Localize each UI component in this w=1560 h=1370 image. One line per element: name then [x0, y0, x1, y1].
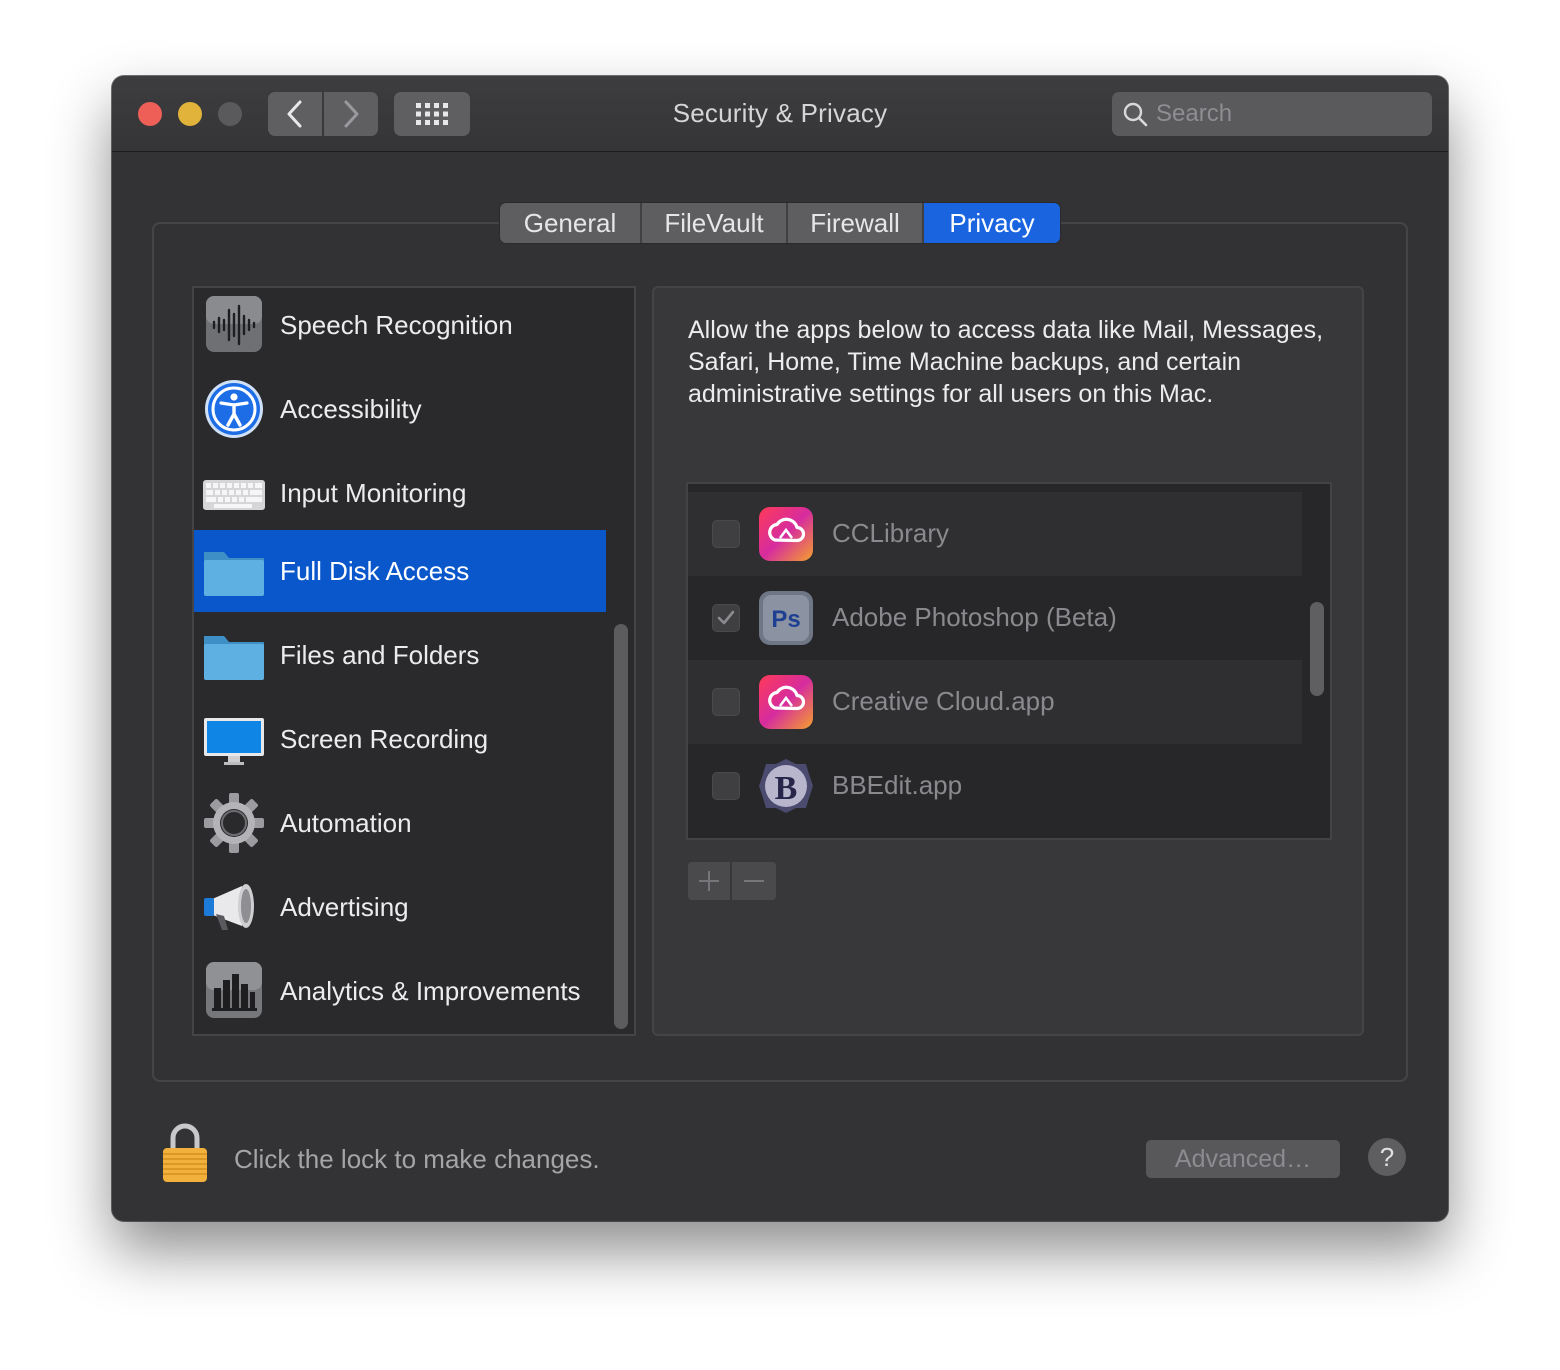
preferences-window: Security & Privacy Search General FileVa… [112, 76, 1448, 1221]
sidebar-item-speech-recognition[interactable]: Speech Recognition [194, 288, 606, 366]
lock-status-text: Click the lock to make changes. [234, 1144, 600, 1174]
app-checkbox[interactable] [712, 688, 740, 716]
app-checkbox[interactable] [712, 772, 740, 800]
sidebar-item-label: Files and Folders [280, 639, 480, 670]
app-name: CCLibrary [832, 518, 950, 548]
sidebar-item-label: Analytics & Improvements [280, 975, 581, 1006]
sidebar-item-label: Screen Recording [280, 723, 489, 754]
sidebar-item-advertising[interactable]: Advertising [194, 866, 606, 948]
app-checkbox[interactable] [712, 604, 740, 632]
photoshop-icon: Ps [759, 591, 813, 645]
lock-icon[interactable] [160, 1122, 210, 1184]
search-field[interactable]: Search [1112, 92, 1432, 136]
waveform-icon [206, 296, 262, 352]
privacy-category-list[interactable]: Speech Recognition Accessibility Input M… [192, 286, 636, 1036]
sidebar-scrollbar[interactable] [614, 624, 628, 1029]
folder-icon [204, 636, 264, 680]
app-list-scrollbar[interactable] [1310, 602, 1324, 696]
tab-bar: General FileVault Firewall Privacy [500, 203, 1060, 243]
sidebar-item-accessibility[interactable]: Accessibility [194, 368, 606, 450]
folder-icon [204, 552, 264, 596]
advanced-button[interactable]: Advanced… [1146, 1140, 1340, 1178]
full-disk-access-panel: Allow the apps below to access data like… [652, 286, 1364, 1036]
plus-icon [699, 871, 719, 891]
tab-general[interactable]: General [500, 203, 642, 243]
list-item[interactable]: Creative Cloud.app [688, 660, 1302, 744]
sidebar-item-label: Advertising [280, 891, 409, 922]
sidebar-item-screen-recording[interactable]: Screen Recording [194, 698, 606, 780]
creative-cloud-icon [759, 675, 813, 729]
app-name: Creative Cloud.app [832, 686, 1055, 716]
gear-icon [204, 793, 264, 853]
bbedit-icon: B [759, 759, 813, 813]
list-item[interactable]: Ps Adobe Photoshop (Beta) [688, 576, 1302, 660]
svg-text:Ps: Ps [771, 606, 800, 633]
app-checkbox[interactable] [712, 520, 740, 548]
add-remove-control [688, 862, 776, 900]
app-name: Adobe Photoshop (Beta) [832, 602, 1117, 632]
creative-cloud-icon [759, 507, 813, 561]
remove-button[interactable] [732, 862, 776, 900]
bar-chart-icon [206, 962, 262, 1018]
add-button[interactable] [688, 862, 732, 900]
checkmark-icon [717, 610, 735, 625]
sidebar-item-files-and-folders[interactable]: Files and Folders [194, 614, 606, 696]
keyboard-icon [203, 480, 265, 510]
sidebar-item-label: Speech Recognition [280, 309, 513, 340]
monitor-icon [204, 718, 264, 765]
sidebar-item-full-disk-access[interactable]: Full Disk Access [194, 530, 606, 612]
help-button[interactable]: ? [1368, 1138, 1406, 1176]
sidebar-item-label: Full Disk Access [280, 555, 470, 586]
tab-filevault[interactable]: FileVault [642, 203, 788, 243]
search-placeholder: Search [1156, 100, 1233, 127]
tab-privacy[interactable]: Privacy [924, 203, 1060, 243]
app-list[interactable]: CCLibrary Ps Adobe Photoshop (Beta) Crea… [686, 482, 1332, 840]
sidebar-item-input-monitoring[interactable]: Input Monitoring [194, 452, 606, 534]
sidebar-item-label: Accessibility [280, 393, 422, 424]
minus-icon [744, 880, 764, 882]
sidebar-item-label: Automation [280, 807, 412, 838]
sidebar-item-automation[interactable]: Automation [194, 782, 606, 864]
list-item[interactable]: CCLibrary [688, 492, 1302, 576]
list-item[interactable]: B BBEdit.app [688, 744, 1302, 828]
description-text: Allow the apps below to access data like… [688, 316, 1324, 408]
megaphone-icon [204, 884, 254, 930]
sidebar-item-analytics-improvements[interactable]: Analytics & Improvements [194, 950, 606, 1032]
accessibility-icon [205, 380, 263, 438]
svg-text:B: B [775, 770, 798, 807]
app-name: BBEdit.app [832, 770, 963, 800]
tab-firewall[interactable]: Firewall [788, 203, 924, 243]
search-icon [1123, 102, 1148, 127]
sidebar-item-label: Input Monitoring [280, 477, 467, 508]
title-bar: Security & Privacy Search [112, 76, 1448, 152]
